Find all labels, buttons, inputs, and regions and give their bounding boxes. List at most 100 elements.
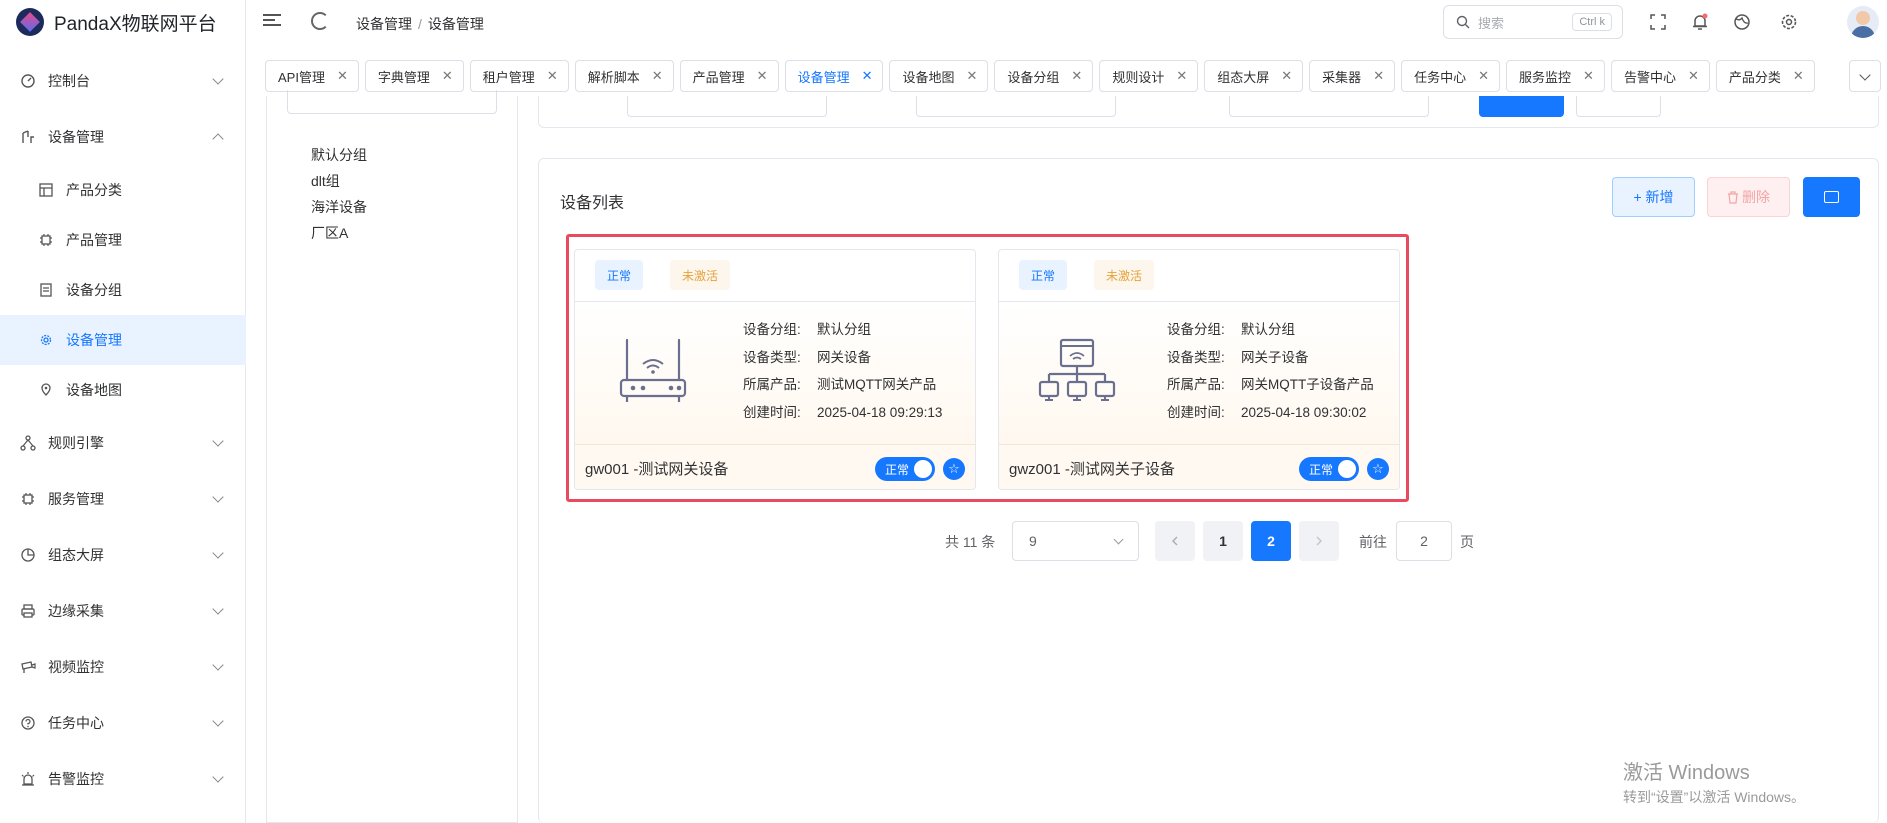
document-icon <box>38 282 54 298</box>
fullscreen-icon[interactable] <box>1648 12 1668 32</box>
tab-item[interactable]: 产品管理 ✕ <box>679 60 779 92</box>
close-icon[interactable]: ✕ <box>1071 68 1082 84</box>
tab-label: 解析脚本 <box>587 69 640 85</box>
sidebar-item-task-center[interactable]: 任务中心 <box>0 695 246 751</box>
tab-item[interactable]: 产品分类 ✕ <box>1715 60 1815 92</box>
close-icon[interactable]: ✕ <box>1373 68 1384 84</box>
close-icon[interactable]: ✕ <box>337 68 348 84</box>
field-value: 测试MQTT网关产品 <box>817 377 937 392</box>
star-icon[interactable]: ☆ <box>1367 458 1389 480</box>
sidebar-item-device-group[interactable]: 设备分组 <box>0 265 246 315</box>
close-icon[interactable]: ✕ <box>862 68 873 84</box>
close-icon[interactable]: ✕ <box>1281 68 1292 84</box>
tree-node[interactable]: 默认分组 <box>311 142 367 168</box>
camera-icon <box>20 659 36 675</box>
breadcrumb-item[interactable]: 设备管理 <box>356 16 412 32</box>
tree-node[interactable]: 厂区A <box>311 220 367 246</box>
toggle-view-button[interactable] <box>1803 177 1860 217</box>
device-name[interactable]: gw001 -测试网关设备 <box>585 458 728 479</box>
sidebar-item-rule-engine[interactable]: 规则引擎 <box>0 415 246 471</box>
filter-input[interactable] <box>1229 96 1429 117</box>
tab-item[interactable]: 服务监控 ✕ <box>1506 60 1605 92</box>
sidebar-item-label: 规则引擎 <box>48 435 104 451</box>
close-icon[interactable]: ✕ <box>967 68 978 84</box>
tab-item[interactable]: 告警中心 ✕ <box>1610 60 1710 92</box>
goto-page-input[interactable]: 2 <box>1396 521 1452 561</box>
field-label: 设备分组: <box>743 322 801 337</box>
tab-item[interactable]: API管理 ✕ <box>265 60 359 92</box>
close-icon[interactable]: ✕ <box>1478 68 1489 84</box>
tab-item[interactable]: 设备地图 ✕ <box>889 60 989 92</box>
sidebar-item-label: 任务中心 <box>48 715 104 731</box>
sidebar-item-product-category[interactable]: 产品分类 <box>0 165 246 215</box>
add-button[interactable]: + 新增 <box>1612 177 1695 217</box>
page-button-current[interactable]: 2 <box>1251 521 1291 561</box>
tab-label: 设备管理 <box>797 69 850 85</box>
device-name[interactable]: gwz001 -测试网关子设备 <box>1009 458 1175 479</box>
sidebar-item-scada-screen[interactable]: 组态大屏 <box>0 527 246 583</box>
close-icon[interactable]: ✕ <box>1176 68 1187 84</box>
tabs-more-button[interactable] <box>1849 60 1881 92</box>
sidebar-item-device-management-active[interactable]: 设备管理 <box>0 315 246 365</box>
tab-item[interactable]: 解析脚本 ✕ <box>574 60 674 92</box>
device-card[interactable]: 正常 未激活 设备分组: 默认分组 设备类型: 网关设备 所属产品: 测试MQTT网关… <box>574 249 976 490</box>
close-icon[interactable]: ✕ <box>652 68 663 84</box>
bell-icon[interactable] <box>1690 12 1710 32</box>
sidebar-item-alarm-monitoring[interactable]: 告警监控 <box>0 751 246 807</box>
device-card[interactable]: 正常 未激活 设备分组: 默认分组 设备类型: 网关子设备 所属产品: 网关MQTT子… <box>998 249 1400 490</box>
tab-item[interactable]: 租户管理 ✕ <box>469 60 569 92</box>
avatar[interactable] <box>1847 6 1879 38</box>
search-button[interactable] <box>1479 96 1564 117</box>
status-switch[interactable]: 正常 <box>875 457 935 481</box>
field-label: 设备类型: <box>743 349 801 365</box>
reset-button[interactable] <box>1576 96 1661 117</box>
tree-filter-input[interactable] <box>287 90 497 114</box>
sidebar-item-device-map[interactable]: 设备地图 <box>0 365 246 415</box>
tab-item[interactable]: 任务中心 ✕ <box>1401 60 1501 92</box>
close-icon[interactable]: ✕ <box>442 68 453 84</box>
sidebar: PandaX物联网平台 控制台 设备管理 产品分类 产品管理 设备分组 设备管理 <box>0 0 246 823</box>
tab-item[interactable]: 字典管理 ✕ <box>364 60 464 92</box>
close-icon[interactable]: ✕ <box>1688 68 1699 84</box>
settings-gear-icon[interactable] <box>1779 12 1799 32</box>
sidebar-item-dashboard[interactable]: 控制台 <box>0 53 246 109</box>
sidebar-item-service-management[interactable]: 服务管理 <box>0 471 246 527</box>
refresh-icon[interactable] <box>311 12 329 30</box>
tab-label: 租户管理 <box>482 69 535 85</box>
next-page-button[interactable] <box>1299 521 1339 561</box>
sidebar-menu: 控制台 设备管理 产品分类 产品管理 设备分组 设备管理 设备地图 规则引擎 服… <box>0 53 246 807</box>
tab-item[interactable]: 采集器 ✕ <box>1309 60 1396 92</box>
field-value: 网关设备 <box>817 349 871 365</box>
close-icon[interactable]: ✕ <box>1793 68 1804 84</box>
sidebar-item-device-management[interactable]: 设备管理 <box>0 109 246 165</box>
sidebar-item-edge-collection[interactable]: 边缘采集 <box>0 583 246 639</box>
logo-icon <box>16 8 44 36</box>
language-icon[interactable] <box>1732 12 1752 32</box>
sidebar-item-product-management[interactable]: 产品管理 <box>0 215 246 265</box>
sidebar-item-label: 产品分类 <box>66 182 122 198</box>
close-icon[interactable]: ✕ <box>1583 68 1594 84</box>
star-icon[interactable]: ☆ <box>943 458 965 480</box>
trash-icon <box>1728 190 1738 204</box>
prev-page-button[interactable] <box>1155 521 1195 561</box>
tree-node[interactable]: 海洋设备 <box>311 194 367 220</box>
sidebar-item-video-monitoring[interactable]: 视频监控 <box>0 639 246 695</box>
page-button[interactable]: 1 <box>1203 521 1243 561</box>
tab-label: 组态大屏 <box>1217 69 1270 85</box>
chevron-down-icon <box>212 435 224 447</box>
filter-select[interactable] <box>916 96 1116 117</box>
tab-item[interactable]: 组态大屏 ✕ <box>1204 60 1304 92</box>
delete-button[interactable]: 删除 <box>1707 177 1790 217</box>
tab-item[interactable]: 设备分组 ✕ <box>994 60 1094 92</box>
breadcrumb-item: 设备管理 <box>427 16 484 32</box>
collapse-menu-icon[interactable] <box>263 14 281 28</box>
tab-item[interactable]: 设备管理 ✕ <box>784 60 884 92</box>
page-size-select[interactable]: 9 <box>1012 521 1139 561</box>
tab-item[interactable]: 规则设计 ✕ <box>1099 60 1199 92</box>
search-input[interactable]: 搜索 Ctrl k <box>1443 5 1623 39</box>
status-switch[interactable]: 正常 <box>1299 457 1359 481</box>
filter-input[interactable] <box>627 96 827 117</box>
close-icon[interactable]: ✕ <box>547 68 558 84</box>
tree-node[interactable]: dlt组 <box>311 168 367 194</box>
close-icon[interactable]: ✕ <box>757 68 768 84</box>
